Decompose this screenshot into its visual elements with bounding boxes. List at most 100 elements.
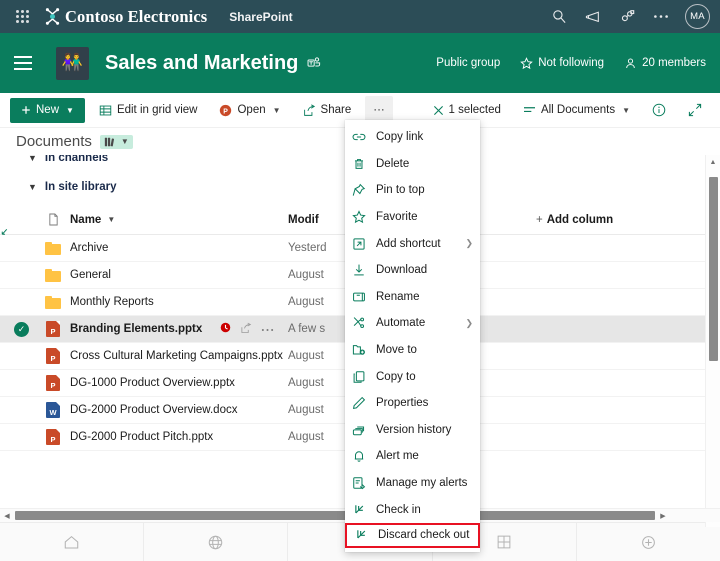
- vertical-scroll-thumb[interactable]: [709, 177, 718, 361]
- menu-item-discard-check-out[interactable]: Discard check out: [345, 523, 480, 548]
- menu-item-automate[interactable]: Automate❯: [345, 310, 480, 337]
- file-type-cell: W: [36, 402, 70, 418]
- row-action-icons: [220, 322, 274, 337]
- nav-home[interactable]: [0, 523, 144, 561]
- members-button[interactable]: 20 members: [624, 57, 706, 70]
- menu-item-version-history[interactable]: Version history: [345, 417, 480, 444]
- file-name-cell[interactable]: Archive: [70, 242, 288, 254]
- view-list-icon: [523, 105, 536, 116]
- add-column-button[interactable]: + Add column: [528, 214, 720, 226]
- nav-add[interactable]: [577, 523, 720, 561]
- menu-item-properties[interactable]: Properties: [345, 390, 480, 417]
- share-label: Share: [321, 104, 352, 116]
- menu-item-label: Check in: [376, 504, 421, 516]
- menu-item-delete[interactable]: Delete: [345, 151, 480, 178]
- expand-button[interactable]: [680, 96, 710, 124]
- close-icon: [433, 105, 444, 116]
- privacy-label: Public group: [436, 57, 500, 69]
- context-menu: Copy linkDeletePin to topFavoriteAdd sho…: [345, 120, 480, 552]
- powerpoint-icon: P: [219, 104, 232, 117]
- file-name-cell[interactable]: DG-2000 Product Overview.docx: [70, 404, 288, 416]
- menu-item-download[interactable]: Download: [345, 257, 480, 284]
- edit-in-grid-view-button[interactable]: Edit in grid view: [91, 96, 206, 124]
- file-name-cell[interactable]: Monthly Reports: [70, 296, 288, 308]
- row-more-icon[interactable]: [261, 323, 274, 335]
- file-name-cell[interactable]: DG-2000 Product Pitch.pptx: [70, 431, 288, 443]
- nav-web[interactable]: [144, 523, 288, 561]
- open-label: Open: [237, 104, 265, 116]
- menu-item-manage-my-alerts[interactable]: Manage my alerts: [345, 470, 480, 497]
- selected-count-label: 1 selected: [449, 104, 501, 116]
- menu-item-rename[interactable]: Rename: [345, 284, 480, 311]
- name-column-header[interactable]: Name ▼: [70, 214, 288, 226]
- menu-item-copy-link[interactable]: Copy link: [345, 124, 480, 151]
- plus-icon: [21, 105, 31, 115]
- menu-item-favorite[interactable]: Favorite: [345, 204, 480, 231]
- suite-more-icon[interactable]: [645, 2, 677, 32]
- menu-item-alert-me[interactable]: Alert me: [345, 443, 480, 470]
- share-icon[interactable]: [240, 322, 252, 337]
- menu-item-add-shortcut[interactable]: Add shortcut❯: [345, 230, 480, 257]
- menu-item-pin-to-top[interactable]: Pin to top: [345, 177, 480, 204]
- checked-out-icon[interactable]: [220, 322, 231, 336]
- megaphone-icon[interactable]: [577, 2, 609, 32]
- pin-icon: [352, 183, 372, 197]
- menu-item-label: Alert me: [376, 450, 419, 462]
- sharepoint-document-library-page: Contoso Electronics SharePoint: [0, 0, 720, 561]
- chevron-down-icon: ▼: [273, 106, 281, 115]
- scroll-left-icon[interactable]: ◀: [0, 512, 14, 520]
- file-type-cell: P: [36, 375, 70, 391]
- menu-item-label: Version history: [376, 424, 451, 436]
- menu-item-check-in[interactable]: Check in: [345, 496, 480, 523]
- chevron-right-icon: ❯: [465, 238, 473, 249]
- app-launcher-icon[interactable]: [10, 7, 34, 27]
- search-icon[interactable]: [543, 2, 575, 32]
- new-label: New: [36, 104, 59, 116]
- file-name-label: Archive: [70, 242, 108, 254]
- library-title: Documents: [16, 133, 92, 150]
- contoso-mark-icon: [44, 8, 61, 25]
- menu-item-move-to[interactable]: Move to: [345, 337, 480, 364]
- group-label: In site library: [45, 181, 117, 193]
- contoso-logo-icon[interactable]: Contoso Electronics: [44, 7, 207, 27]
- members-label: 20 members: [642, 57, 706, 69]
- file-name-cell[interactable]: Cross Cultural Marketing Campaigns.pptx: [70, 350, 288, 362]
- scroll-right-icon[interactable]: ▶: [656, 512, 670, 520]
- new-button[interactable]: New ▼: [10, 98, 85, 123]
- file-type-cell: [36, 296, 70, 309]
- app-name[interactable]: SharePoint: [229, 10, 292, 24]
- teams-icon[interactable]: [307, 56, 321, 70]
- open-button[interactable]: P Open ▼: [211, 96, 288, 124]
- file-type-cell: [36, 269, 70, 282]
- vertical-scrollbar[interactable]: ▲ ▼: [705, 155, 720, 527]
- view-label: All Documents: [541, 104, 615, 116]
- nav-toggle-icon[interactable]: [14, 50, 40, 76]
- library-switcher-button[interactable]: ▼: [100, 135, 133, 149]
- file-name-cell[interactable]: Branding Elements.pptx: [70, 322, 288, 337]
- folder-icon: [45, 296, 61, 309]
- file-name-label: DG-2000 Product Pitch.pptx: [70, 431, 213, 443]
- library-icon: [104, 136, 116, 148]
- scroll-up-icon[interactable]: ▲: [706, 155, 720, 169]
- menu-item-label: Rename: [376, 291, 419, 303]
- expand-icon: [688, 103, 702, 117]
- details-pane-button[interactable]: [644, 96, 674, 124]
- file-name-cell[interactable]: DG-1000 Product Overview.pptx: [70, 377, 288, 389]
- menu-item-copy-to[interactable]: Copy to: [345, 363, 480, 390]
- file-type-column-header[interactable]: [36, 213, 70, 226]
- file-name-label: Monthly Reports: [70, 296, 154, 308]
- name-column-label: Name: [70, 214, 101, 226]
- suite-bar: Contoso Electronics SharePoint: [0, 0, 720, 33]
- follow-button[interactable]: Not following: [520, 57, 604, 70]
- file-name-cell[interactable]: General: [70, 269, 288, 281]
- view-selector-button[interactable]: All Documents ▼: [515, 96, 638, 124]
- add-icon: [640, 534, 657, 551]
- avatar[interactable]: MA: [685, 4, 710, 29]
- horizontal-scroll-thumb[interactable]: [15, 511, 655, 520]
- settings-icon[interactable]: [611, 2, 643, 32]
- shortcut-icon: [352, 237, 372, 251]
- shortcut-arrow-icon: [0, 228, 9, 240]
- row-select-cell[interactable]: ✓: [0, 322, 36, 337]
- automate-icon: [352, 316, 372, 330]
- chevron-down-icon: ▼: [107, 215, 115, 224]
